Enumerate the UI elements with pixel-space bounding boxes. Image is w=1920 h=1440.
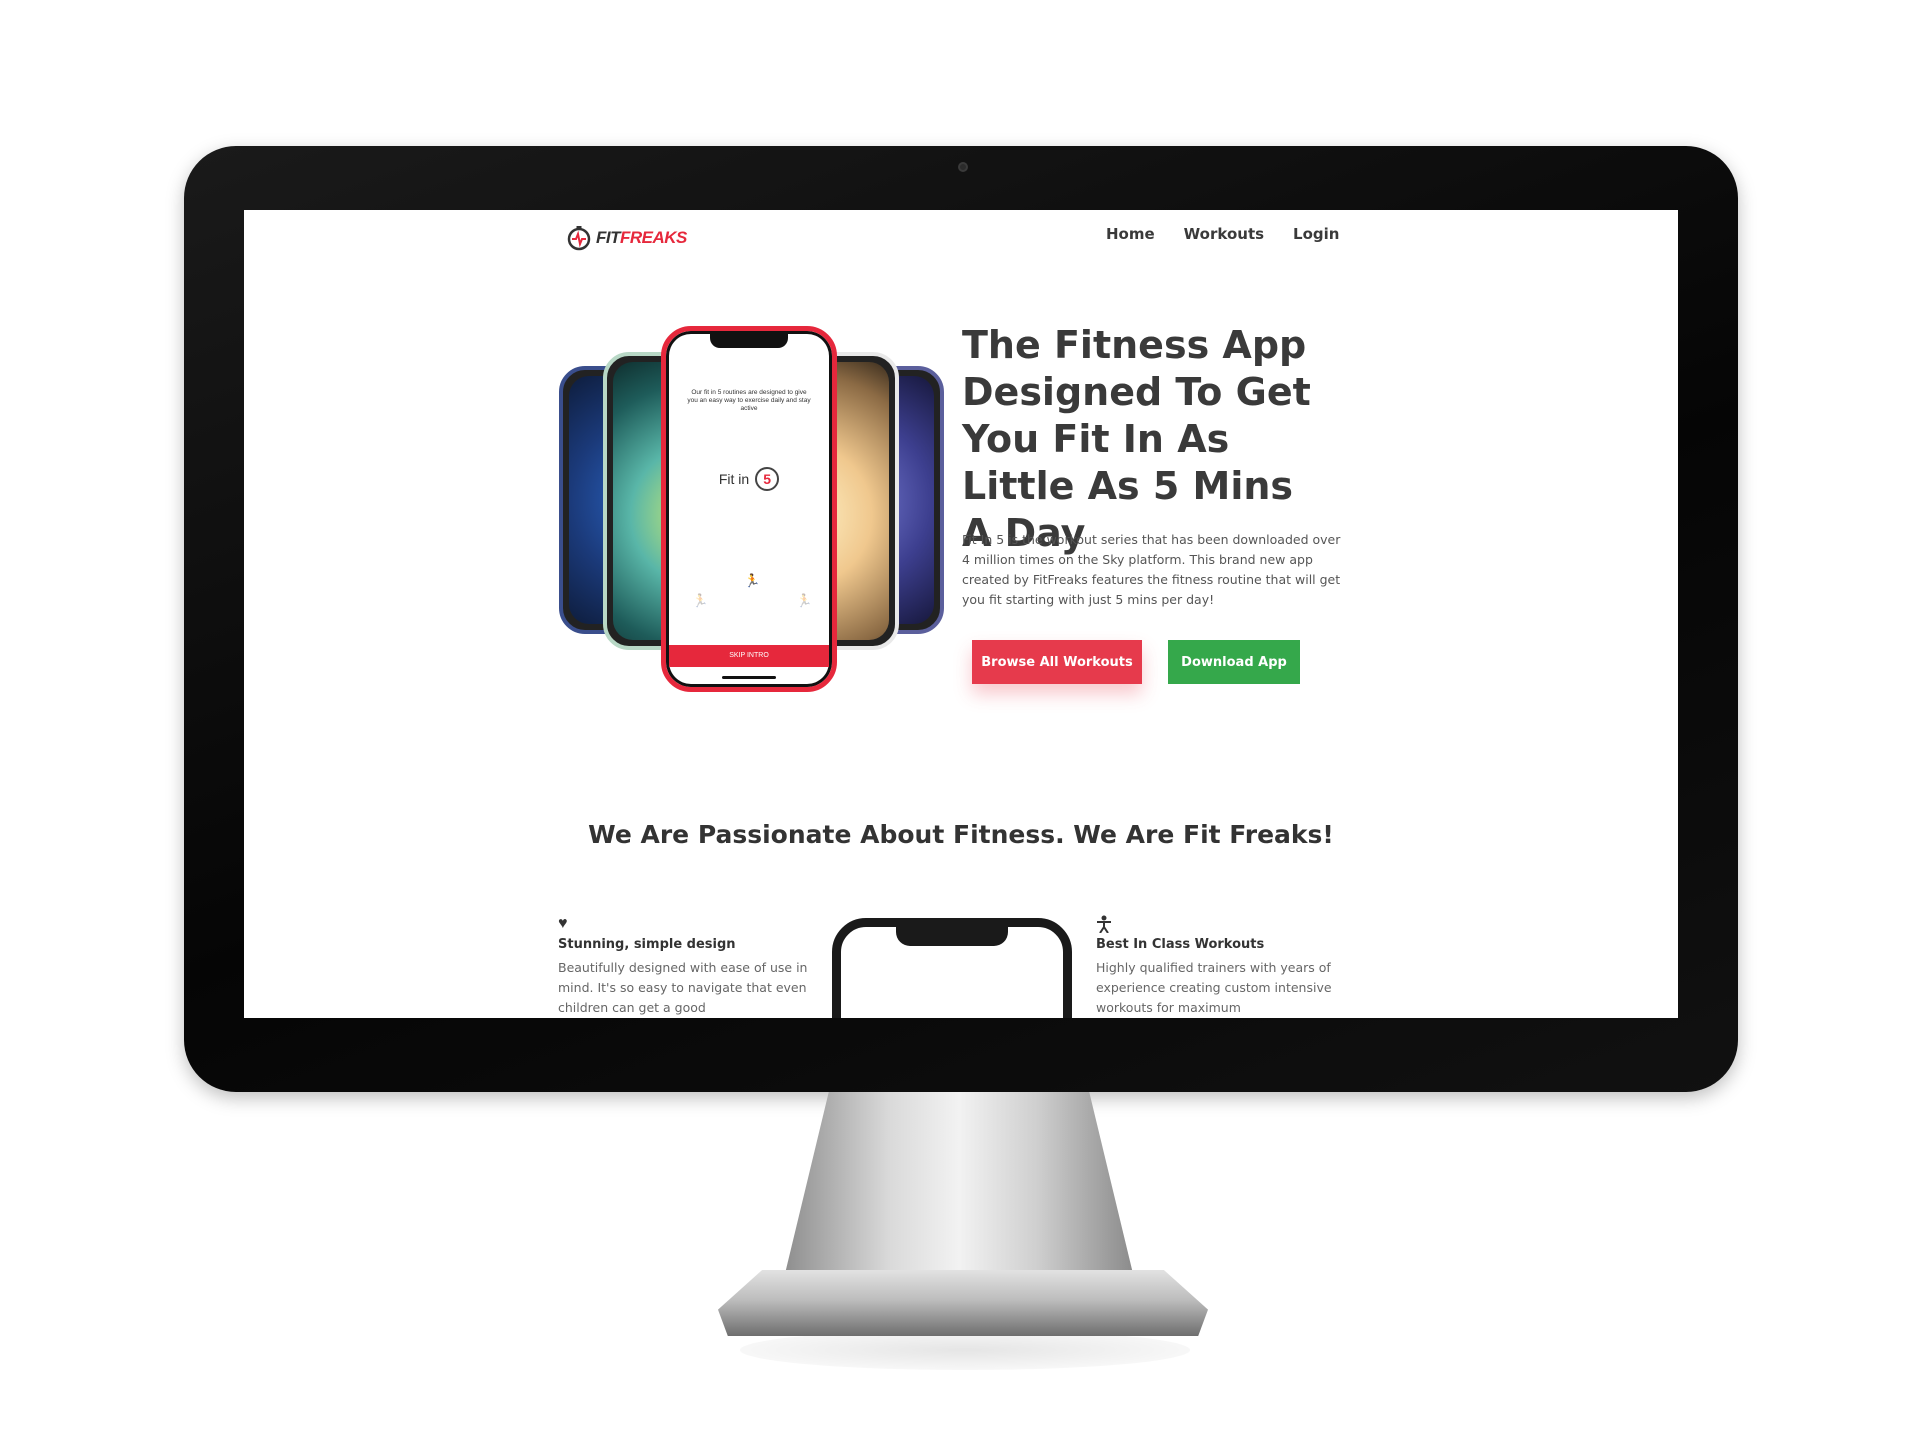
runner-icon: 🏃 bbox=[692, 593, 709, 608]
person-icon bbox=[1096, 915, 1346, 935]
phone-notch bbox=[710, 334, 788, 348]
site-logo[interactable]: FITFREAKS bbox=[566, 220, 687, 256]
nav-login[interactable]: Login bbox=[1293, 222, 1339, 246]
runner-icon: 🏃 bbox=[796, 593, 813, 608]
monitor-stand-neck bbox=[783, 1092, 1135, 1282]
feature-heading: Stunning, simple design bbox=[558, 937, 736, 952]
webcam bbox=[958, 162, 968, 172]
feature-design: ♥ Stunning, simple design Beautifully de… bbox=[558, 915, 808, 1018]
download-app-button[interactable]: Download App bbox=[1168, 640, 1300, 684]
heart-icon: ♥ bbox=[558, 915, 568, 932]
runner-icon: 🏃 bbox=[744, 573, 761, 588]
app-intro-copy: Our fit in 5 routines are designed to gi… bbox=[687, 389, 811, 412]
hero-phones-image: Our fit in 5 routines are designed to gi… bbox=[559, 326, 944, 692]
nav-home[interactable]: Home bbox=[1106, 222, 1155, 246]
skip-intro-bar: SKIP INTRO bbox=[669, 645, 829, 667]
feature-body: Beautifully designed with ease of use in… bbox=[558, 960, 808, 1015]
nav-workouts[interactable]: Workouts bbox=[1184, 222, 1264, 246]
monitor-stand-foot bbox=[718, 1270, 1208, 1336]
section-title: We Are Passionate About Fitness. We Are … bbox=[588, 820, 1334, 849]
home-indicator bbox=[722, 676, 776, 679]
stand-shadow bbox=[740, 1330, 1190, 1370]
feature-workouts: Best In Class Workouts Highly qualified … bbox=[1096, 915, 1346, 1018]
feature-heading: Best In Class Workouts bbox=[1096, 937, 1265, 952]
phone-notch bbox=[896, 926, 1008, 946]
feature-body: Highly qualified trainers with years of … bbox=[1096, 960, 1332, 1015]
feature-phone-image bbox=[832, 918, 1072, 1018]
hero-description: Fit In 5 is the workout series that has … bbox=[962, 532, 1341, 607]
browse-workouts-button[interactable]: Browse All Workouts bbox=[972, 640, 1142, 684]
main-nav: Home Workouts Login bbox=[1106, 222, 1339, 246]
app-fit-in-label: Fit in bbox=[718, 471, 750, 487]
logo-wordmark: FITFREAKS bbox=[596, 228, 687, 247]
hero-title: The Fitness App Designed To Get You Fit … bbox=[962, 323, 1311, 555]
phone-front-red: Our fit in 5 routines are designed to gi… bbox=[661, 326, 837, 692]
app-fit-in-logo: Fit in 5 bbox=[666, 467, 832, 491]
app-five-badge: 5 bbox=[755, 467, 780, 491]
stopwatch-logo-icon bbox=[567, 226, 591, 251]
browser-screen: FITFREAKS Home Workouts Login Our fit in… bbox=[244, 210, 1678, 1018]
